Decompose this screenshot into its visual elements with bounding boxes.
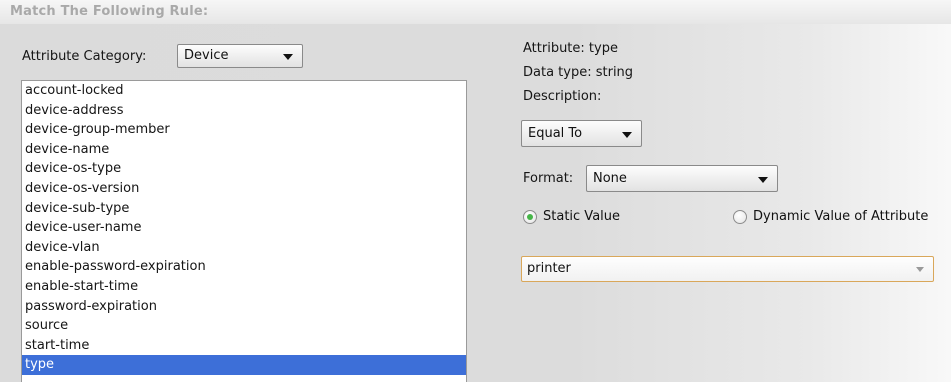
list-item[interactable]: device-address <box>22 101 466 121</box>
operator-value: Equal To <box>528 126 583 141</box>
list-item[interactable]: device-os-version <box>22 179 466 199</box>
chevron-down-icon <box>622 132 632 138</box>
static-value-radio[interactable] <box>523 209 537 224</box>
chevron-down-icon[interactable] <box>916 267 924 272</box>
list-item[interactable]: source <box>22 316 466 336</box>
list-item[interactable]: device-vlan <box>22 238 466 258</box>
data-type-text: Data type: string <box>523 65 634 80</box>
list-item[interactable]: account-locked <box>22 81 466 101</box>
value-text: printer <box>527 261 571 276</box>
chevron-down-icon <box>758 177 768 183</box>
format-label: Format: <box>523 171 574 186</box>
attribute-name-text: Attribute: type <box>523 41 618 56</box>
rule-heading: Match The Following Rule: <box>10 4 209 19</box>
attribute-category-label: Attribute Category: <box>22 49 147 64</box>
static-value-label: Static Value <box>543 209 621 224</box>
attribute-category-select[interactable]: Device <box>177 44 303 68</box>
attribute-category-value: Device <box>184 48 229 63</box>
dynamic-value-radio[interactable] <box>733 209 747 224</box>
format-select[interactable]: None <box>586 165 778 192</box>
list-item[interactable]: start-time <box>22 336 466 356</box>
dynamic-value-radio-option[interactable]: Dynamic Value of Attribute <box>733 209 928 224</box>
chevron-down-icon <box>283 54 293 60</box>
list-item[interactable]: device-group-member <box>22 120 466 140</box>
attribute-list[interactable]: account-locked device-address device-gro… <box>21 80 467 382</box>
list-item[interactable]: device-name <box>22 140 466 160</box>
list-item[interactable]: enable-password-expiration <box>22 257 466 277</box>
list-item[interactable]: device-sub-type <box>22 199 466 219</box>
static-value-radio-option[interactable]: Static Value <box>523 209 620 224</box>
list-item[interactable]: enable-start-time <box>22 277 466 297</box>
list-item-selected[interactable]: type <box>22 355 466 375</box>
dynamic-value-label: Dynamic Value of Attribute <box>753 209 929 224</box>
list-item[interactable]: device-os-type <box>22 159 466 179</box>
value-combobox[interactable]: printer <box>521 256 934 282</box>
list-item[interactable]: device-user-name <box>22 218 466 238</box>
description-label: Description: <box>523 89 602 104</box>
list-item[interactable]: password-expiration <box>22 297 466 317</box>
operator-select[interactable]: Equal To <box>521 120 642 147</box>
format-value: None <box>593 171 627 186</box>
